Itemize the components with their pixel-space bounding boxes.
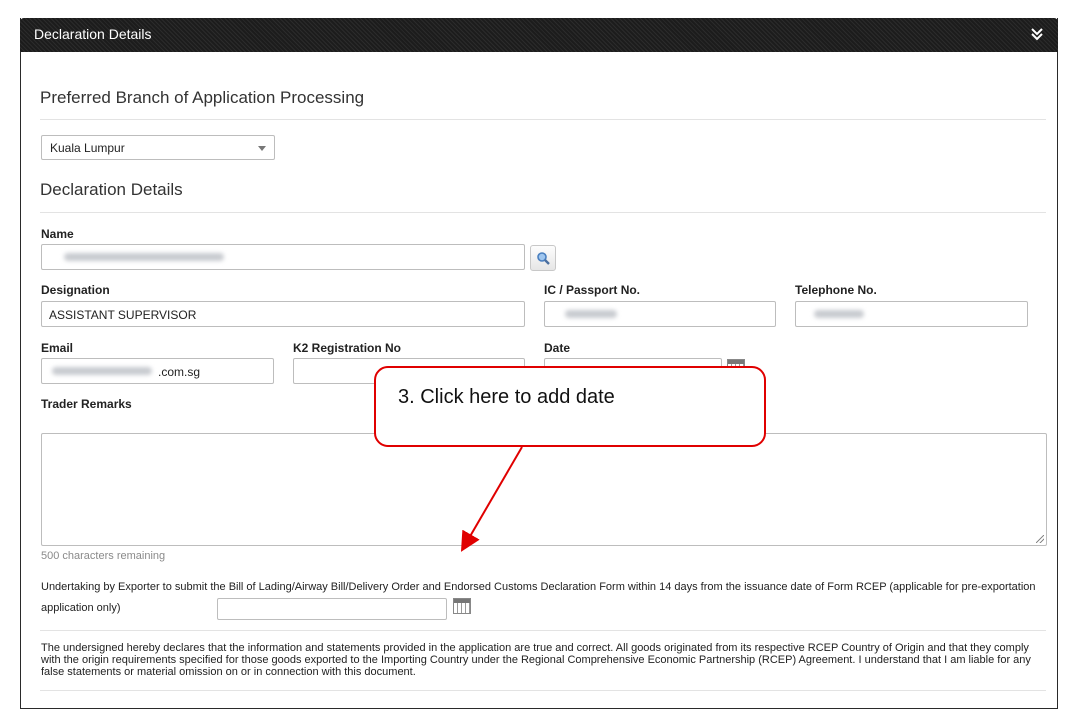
magnifier-icon [537, 252, 550, 265]
branch-select[interactable]: Kuala Lumpur [41, 135, 275, 160]
branch-select-value: Kuala Lumpur [50, 141, 125, 155]
declaration-heading: Declaration Details [40, 180, 183, 199]
divider [40, 630, 1046, 631]
panel-title: Declaration Details [34, 26, 152, 42]
redacted-ic [565, 310, 617, 318]
date-label: Date [544, 341, 571, 355]
instruction-callout: 3. Click here to add date [374, 366, 766, 447]
trader-remarks-textarea[interactable] [41, 433, 1047, 546]
declaration-panel: Declaration Details Preferred Branch of … [20, 18, 1058, 709]
designation-value: ASSISTANT SUPERVISOR [49, 308, 197, 322]
divider [40, 690, 1046, 691]
branch-heading: Preferred Branch of Application Processi… [40, 88, 365, 107]
designation-input[interactable]: ASSISTANT SUPERVISOR [41, 301, 525, 327]
name-input[interactable] [41, 244, 525, 270]
characters-remaining: 500 characters remaining [41, 550, 166, 562]
ic-passport-input[interactable] [544, 301, 776, 327]
search-name-button[interactable] [530, 245, 556, 271]
trader-remarks-label: Trader Remarks [41, 397, 132, 411]
telephone-input[interactable] [795, 301, 1028, 327]
email-input[interactable]: .com.sg [41, 358, 274, 384]
designation-label: Designation [41, 283, 110, 297]
email-label: Email [41, 341, 74, 355]
redacted-email [52, 367, 152, 375]
chevron-down-icon [258, 146, 266, 151]
name-label: Name [41, 227, 74, 241]
k2-registration-label: K2 Registration No [293, 341, 402, 355]
double-chevron-down-icon[interactable] [1028, 25, 1046, 43]
email-suffix: .com.sg [158, 365, 201, 379]
undertaking-date-input[interactable] [217, 598, 447, 620]
panel-header[interactable]: Declaration Details [20, 18, 1058, 52]
telephone-label: Telephone No. [795, 283, 877, 297]
calendar-icon[interactable] [453, 598, 471, 614]
ic-passport-label: IC / Passport No. [544, 283, 641, 297]
callout-text: 3. Click here to add date [398, 386, 615, 408]
undertaking-text: Undertaking by Exporter to submit the Bi… [41, 581, 1036, 614]
divider [40, 119, 1046, 120]
resize-handle-icon[interactable] [1036, 535, 1044, 543]
redacted-name [64, 253, 224, 261]
redacted-telephone [814, 310, 864, 318]
divider [40, 212, 1046, 213]
declaration-statement: The undersigned hereby declares that the… [41, 642, 1031, 678]
